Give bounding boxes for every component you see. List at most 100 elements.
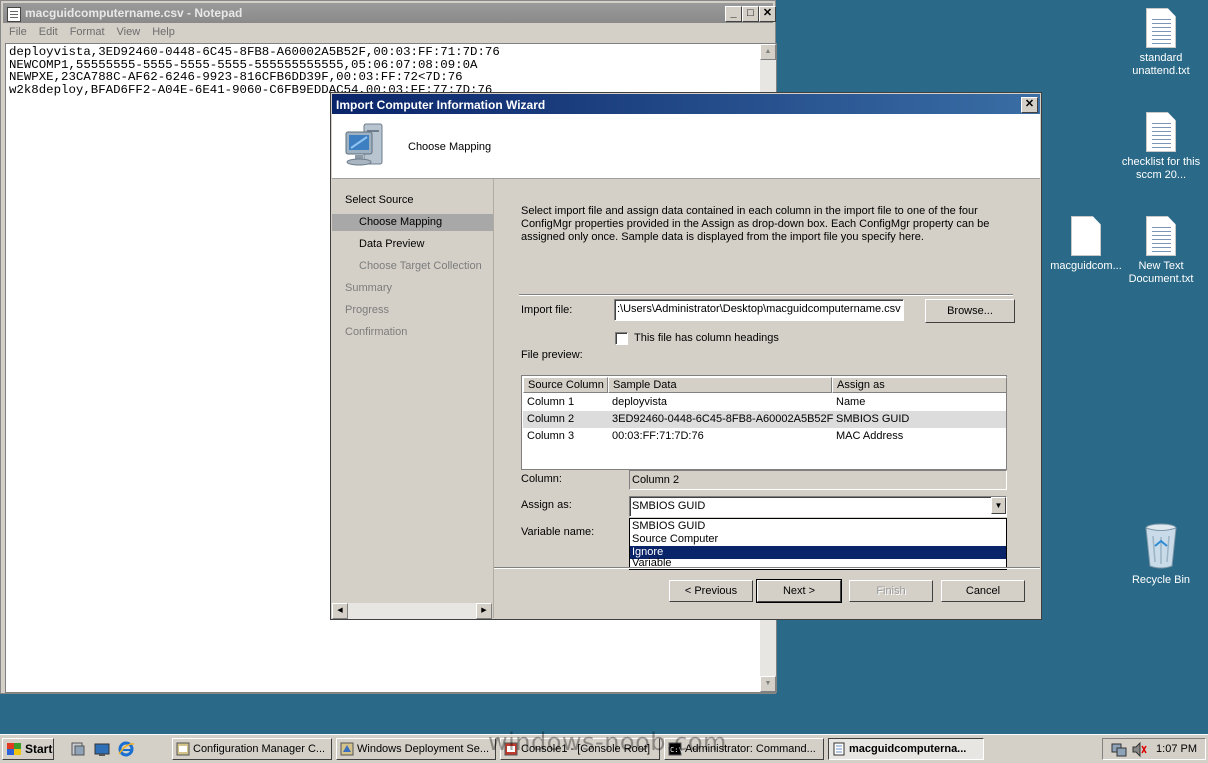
internet-explorer-icon[interactable] — [118, 741, 135, 757]
text-file-icon — [1146, 112, 1176, 152]
variable-name-label: Variable name: — [521, 526, 595, 538]
wizard-title-bar[interactable]: Import Computer Information Wizard ✕ — [332, 94, 1040, 114]
table-row[interactable]: Column 3 00:03:FF:71:7D:76 MAC Address — [523, 428, 1006, 445]
divider — [519, 294, 1013, 295]
table-row-selected[interactable]: Column 2 3ED92460-0448-6C45-8FB8-A60002A… — [523, 411, 1006, 428]
column-field: Column 2 — [629, 470, 1007, 490]
cell-sample-data: 3ED92460-0448-6C45-8FB8-A60002A5B52F — [612, 413, 834, 425]
menu-help[interactable]: Help — [146, 23, 181, 38]
notepad-title-bar[interactable]: macguidcomputername.csv - Notepad _ □ ✕ — [3, 3, 776, 23]
task-configuration-manager[interactable]: Configuration Manager C... — [172, 738, 332, 760]
task-label: Windows Deployment Se... — [357, 743, 490, 755]
finish-button: Finish — [849, 580, 933, 602]
desktop-icon-label: checklist for this sccm 20... — [1121, 156, 1201, 181]
cell-sample-data: deployvista — [612, 396, 668, 408]
notepad-menu-bar: File Edit Format View Help — [3, 23, 773, 41]
import-wizard-dialog[interactable]: Import Computer Information Wizard ✕ Cho… — [330, 92, 1042, 620]
desktop-icon-recycle-bin[interactable]: Recycle Bin — [1121, 522, 1201, 587]
notepad-icon — [833, 742, 845, 756]
next-button[interactable]: Next > — [756, 579, 842, 603]
file-icon — [1071, 216, 1101, 256]
header-assign-as[interactable]: Assign as — [832, 377, 1007, 393]
scroll-left-icon[interactable]: ◀ — [332, 603, 348, 619]
wizard-header: Choose Mapping — [332, 114, 1040, 179]
wizard-close-button[interactable]: ✕ — [1021, 97, 1038, 113]
nav-progress: Progress — [345, 304, 390, 316]
assign-as-dropdown-list[interactable]: SMBIOS GUID Source Computer Ignore Varia… — [629, 518, 1007, 570]
nav-select-source[interactable]: Select Source — [332, 192, 506, 209]
desktop-icon-label: New Text Document.txt — [1128, 260, 1194, 285]
notepad-title: macguidcomputername.csv - Notepad — [25, 6, 243, 20]
network-icon[interactable] — [1111, 742, 1127, 760]
nav-confirmation: Confirmation — [345, 326, 408, 338]
nav-choose-mapping[interactable]: Choose Mapping — [332, 214, 493, 231]
cell-assign-as: MAC Address — [836, 430, 904, 442]
recycle-bin-icon — [1145, 523, 1177, 569]
file-preview-table[interactable]: Source Column Sample Data Assign as Colu… — [521, 375, 1007, 470]
wizard-title: Import Computer Information Wizard — [336, 98, 546, 112]
scroll-up-icon[interactable]: ▲ — [760, 44, 776, 60]
menu-edit[interactable]: Edit — [33, 23, 64, 38]
menu-file[interactable]: File — [3, 23, 33, 38]
server-manager-icon[interactable] — [70, 741, 86, 757]
console-icon — [176, 742, 190, 756]
assign-as-select[interactable]: SMBIOS GUID ▼ — [629, 496, 1007, 517]
show-desktop-icon[interactable] — [94, 741, 110, 757]
wizard-page-heading: Choose Mapping — [408, 141, 492, 153]
desktop-icon-standard-unattend[interactable]: standard unattend.txt — [1121, 8, 1201, 78]
table-row[interactable]: Column 1 deployvista Name — [523, 394, 1006, 411]
cell-source-column: Column 1 — [527, 396, 575, 408]
clock[interactable]: 1:07 PM — [1156, 743, 1197, 755]
desktop-icon-new-text-document[interactable]: New Text Document.txt — [1121, 216, 1201, 286]
start-button[interactable]: Start — [2, 738, 54, 760]
notepad-icon — [7, 7, 21, 22]
scroll-down-icon[interactable]: ▼ — [760, 676, 776, 692]
header-sample-data[interactable]: Sample Data — [608, 377, 832, 393]
assign-as-label: Assign as: — [521, 499, 572, 511]
notepad-content: deployvista,3ED92460-0448-6C45-8FB8-A600… — [9, 46, 500, 97]
wizard-navigation: Select Source Choose Mapping Data Previe… — [332, 179, 494, 618]
column-headings-checkbox[interactable] — [615, 332, 628, 345]
nav-summary: Summary — [345, 282, 393, 294]
computer-icon — [345, 123, 383, 166]
start-label: Start — [25, 742, 53, 756]
import-file-input[interactable]: :\Users\Administrator\Desktop\macguidcom… — [614, 299, 904, 321]
file-preview-label: File preview: — [521, 349, 583, 361]
column-headings-label: This file has column headings — [634, 332, 779, 344]
button-divider — [494, 567, 1040, 568]
nav-choose-target-collection: Choose Target Collection — [359, 260, 482, 272]
scroll-right-icon[interactable]: ▶ — [476, 603, 492, 619]
menu-view[interactable]: View — [111, 23, 147, 38]
volume-icon[interactable] — [1131, 741, 1147, 760]
dropdown-option[interactable]: Source Computer — [630, 533, 1006, 546]
cell-assign-as: SMBIOS GUID — [836, 413, 910, 425]
wds-icon — [340, 742, 354, 756]
task-label: macguidcomputerna... — [849, 743, 967, 755]
nav-horizontal-scrollbar[interactable]: ◀ ▶ — [332, 603, 492, 619]
menu-format[interactable]: Format — [64, 23, 111, 38]
assign-as-value: SMBIOS GUID — [632, 500, 706, 512]
task-windows-deployment-services[interactable]: Windows Deployment Se... — [336, 738, 496, 760]
column-value: Column 2 — [632, 474, 680, 486]
watermark-text: windows-noob.com — [488, 728, 727, 756]
dropdown-option[interactable]: Variable — [630, 557, 1006, 570]
chevron-down-icon[interactable]: ▼ — [991, 497, 1006, 514]
cell-source-column: Column 2 — [527, 413, 575, 425]
desktop-icon-label: Recycle Bin — [1131, 574, 1191, 586]
close-button[interactable]: ✕ — [759, 6, 776, 22]
cell-source-column: Column 3 — [527, 430, 575, 442]
desktop-icon-checklist[interactable]: checklist for this sccm 20... — [1121, 112, 1201, 182]
cell-assign-as: Name — [836, 396, 866, 408]
cell-sample-data: 00:03:FF:71:7D:76 — [612, 430, 704, 442]
dropdown-option[interactable]: SMBIOS GUID — [630, 520, 1006, 533]
task-notepad[interactable]: macguidcomputerna... — [828, 738, 984, 760]
cancel-button[interactable]: Cancel — [941, 580, 1025, 602]
header-source-column[interactable]: Source Column — [523, 377, 608, 393]
nav-data-preview[interactable]: Data Preview — [332, 236, 493, 253]
previous-button[interactable]: < Previous — [669, 580, 753, 602]
browse-button[interactable]: Browse... — [925, 299, 1015, 323]
desktop-icon-label: macguidcom... — [1050, 260, 1122, 272]
desktop-icon-macguidcomputername[interactable]: macguidcom... — [1046, 216, 1126, 273]
maximize-button[interactable]: □ — [742, 6, 759, 22]
minimize-button[interactable]: _ — [725, 6, 742, 22]
